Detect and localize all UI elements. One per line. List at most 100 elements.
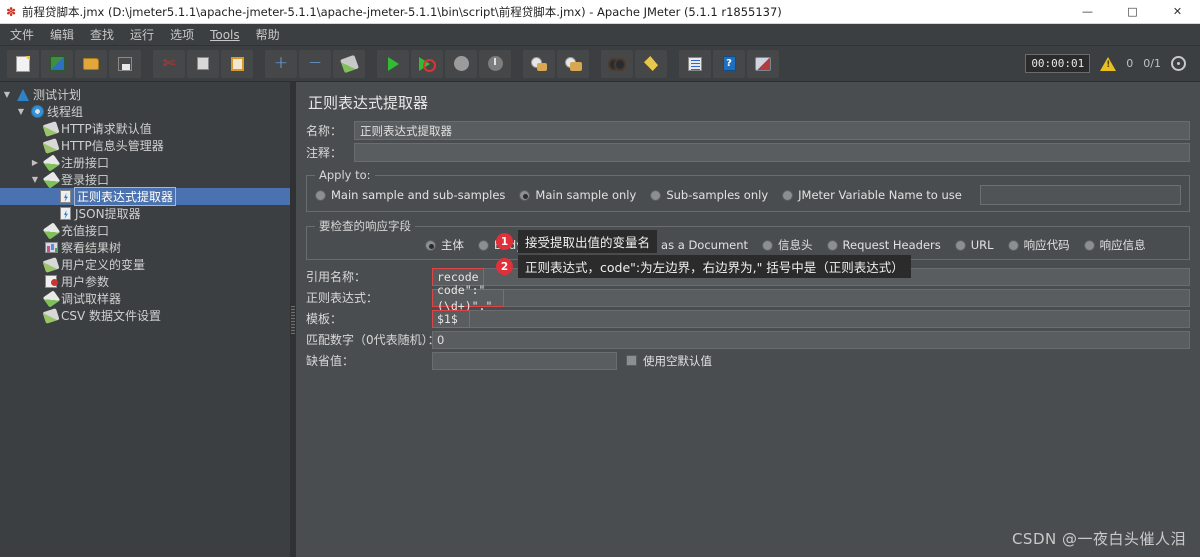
tree-node-register-api[interactable]: ▶ 注册接口	[0, 153, 290, 172]
minimize-button[interactable]: —	[1065, 0, 1110, 24]
tree-node-http-defaults[interactable]: HTTP请求默认值	[0, 120, 290, 137]
tree-node-regex-extractor[interactable]: 正则表达式提取器	[0, 187, 290, 206]
tree-node-user-parameters[interactable]: 用户参数	[0, 273, 290, 290]
paste-button[interactable]	[221, 49, 253, 78]
radio-button-icon[interactable]	[478, 239, 489, 251]
radio-button-icon[interactable]	[762, 239, 774, 251]
binoculars-search-icon	[608, 58, 626, 71]
template-input-rest[interactable]	[470, 309, 1190, 328]
comment-input[interactable]	[354, 143, 1190, 162]
radio-request-headers[interactable]: Request Headers	[826, 238, 941, 252]
collapse-button[interactable]: −	[299, 49, 331, 78]
maximize-button[interactable]: □	[1110, 0, 1155, 24]
expand-arrow-down-icon[interactable]: ▼	[0, 90, 14, 99]
post-processor-icon	[56, 190, 74, 203]
menu-help[interactable]: 帮助	[248, 24, 288, 45]
radio-response-headers[interactable]: 信息头	[762, 237, 813, 253]
menu-tools[interactable]: Tools	[202, 26, 248, 44]
function-helper-icon	[755, 56, 771, 71]
save-button[interactable]	[109, 49, 141, 78]
warning-triangle-icon[interactable]	[1100, 56, 1117, 71]
expand-arrow-down-icon[interactable]: ▼	[28, 175, 42, 184]
start-button[interactable]	[377, 49, 409, 78]
radio-button-icon[interactable]	[954, 239, 966, 251]
config-element-icon	[42, 256, 60, 273]
expand-arrow-down-icon[interactable]: ▼	[14, 107, 28, 116]
menu-run[interactable]: 运行	[122, 24, 162, 45]
user-parameters-icon-glyph	[45, 275, 58, 288]
radio-response-message[interactable]: 响应信息	[1083, 237, 1146, 253]
checkbox-box-icon[interactable]	[626, 355, 637, 366]
radio-button-icon[interactable]	[650, 189, 662, 201]
radio-sub-samples-only-label: Sub-samples only	[666, 188, 769, 202]
connections-icon[interactable]	[1171, 56, 1186, 71]
radio-button-icon[interactable]	[519, 189, 531, 201]
radio-button-icon[interactable]	[425, 239, 436, 251]
start-no-pauses-button[interactable]	[411, 49, 443, 78]
radio-button-icon[interactable]	[782, 189, 794, 201]
config-element-icon-glyph	[42, 137, 60, 154]
test-plan-tree[interactable]: ▼ 测试计划 ▼ 线程组 HTTP请求默认值 HTTP信息头管理器 ▶ 注册接口 ▼ 登录接口 正则…	[0, 82, 290, 557]
radio-main-and-sub-samples[interactable]: Main sample and sub-samples	[315, 188, 505, 202]
radio-jmeter-variable-name[interactable]: JMeter Variable Name to use	[782, 188, 962, 202]
radio-sub-samples-only[interactable]: Sub-samples only	[650, 188, 768, 202]
tree-node-test-plan[interactable]: ▼ 测试计划	[0, 86, 290, 103]
radio-body[interactable]: 主体	[425, 237, 464, 253]
menu-edit[interactable]: 编辑	[42, 24, 82, 45]
tree-node-view-results-tree[interactable]: 察看结果树	[0, 239, 290, 256]
open-folder-icon	[83, 57, 99, 70]
tree-node-json-extractor[interactable]: JSON提取器	[0, 205, 290, 222]
radio-button-icon[interactable]	[315, 189, 326, 201]
clear-all-button[interactable]	[557, 49, 589, 78]
expand-arrow-right-icon[interactable]: ▶	[28, 158, 42, 167]
reset-search-button[interactable]	[635, 49, 667, 78]
shutdown-button[interactable]	[479, 49, 511, 78]
menu-file[interactable]: 文件	[2, 24, 42, 45]
expand-button[interactable]: +	[265, 49, 297, 78]
tree-node-debug-sampler[interactable]: 调试取样器	[0, 289, 290, 308]
open-button[interactable]	[75, 49, 107, 78]
tree-node-http-header-manager[interactable]: HTTP信息头管理器	[0, 137, 290, 154]
split-divider-grip[interactable]	[291, 305, 295, 334]
copy-button[interactable]	[187, 49, 219, 78]
cut-button[interactable]: ✄	[153, 49, 185, 78]
function-helper-button[interactable]	[747, 49, 779, 78]
template-label: 模板：	[306, 312, 343, 326]
matchno-input[interactable]: 0	[432, 330, 1190, 349]
help-button[interactable]: ?	[713, 49, 745, 78]
run-no-pauses-icon	[419, 56, 436, 72]
use-empty-default-checkbox[interactable]: 使用空默认值	[626, 353, 712, 369]
template-input[interactable]: $1$	[432, 309, 470, 328]
tree-node-login-api[interactable]: ▼ 登录接口	[0, 170, 290, 189]
log-viewer-button[interactable]	[679, 49, 711, 78]
tree-node-recharge-api[interactable]: 充值接口	[0, 221, 290, 240]
radio-main-sample-only[interactable]: Main sample only	[519, 188, 636, 202]
tree-node-thread-group[interactable]: ▼ 线程组	[0, 103, 290, 120]
radio-response-code[interactable]: 响应代码	[1007, 237, 1070, 253]
templates-button[interactable]	[41, 49, 73, 78]
new-button[interactable]	[7, 49, 39, 78]
tree-node-csv-data-set[interactable]: CSV 数据文件设置	[0, 307, 290, 324]
jmeter-variable-name-input[interactable]	[979, 185, 1181, 205]
menu-search[interactable]: 查找	[82, 24, 122, 45]
search-button[interactable]	[601, 49, 633, 78]
close-button[interactable]: ✕	[1155, 0, 1200, 24]
tree-node-label: 用户定义的变量	[61, 258, 146, 272]
stop-button[interactable]	[445, 49, 477, 78]
user-parameters-icon	[42, 275, 60, 288]
thread-group-icon	[28, 105, 46, 118]
radio-button-icon[interactable]	[826, 239, 838, 251]
clear-button[interactable]	[523, 49, 555, 78]
regex-input-rest[interactable]	[504, 288, 1190, 307]
name-input[interactable]: 正则表达式提取器	[354, 121, 1190, 140]
regex-input[interactable]: code":"(\d+)","	[432, 283, 504, 313]
matchno-row: 匹配数字（0代表随机）： 0	[306, 329, 1190, 350]
radio-button-icon[interactable]	[1007, 239, 1019, 251]
radio-url[interactable]: URL	[954, 238, 994, 252]
test-plan-icon-glyph	[17, 88, 29, 101]
toggle-button[interactable]	[333, 49, 365, 78]
menu-options[interactable]: 选项	[162, 24, 202, 45]
tree-node-user-defined-variables[interactable]: 用户定义的变量	[0, 256, 290, 273]
radio-button-icon[interactable]	[1083, 239, 1095, 251]
default-value-input[interactable]	[432, 351, 617, 370]
